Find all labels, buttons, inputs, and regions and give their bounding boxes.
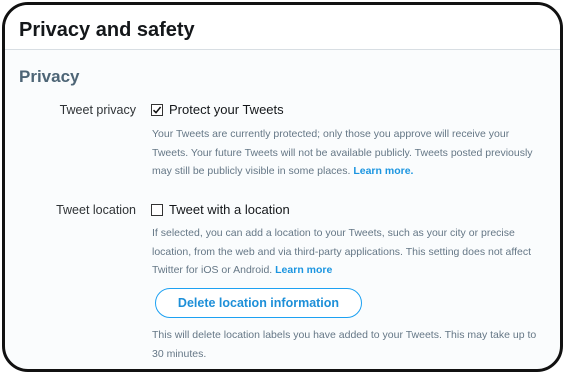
tweet-privacy-learn-more-link[interactable]: Learn more. [353,165,413,177]
checkmark-icon [152,106,162,114]
settings-panel: Privacy and safety Privacy Tweet privacy… [2,2,563,372]
section-title-privacy: Privacy [19,67,80,86]
tweet-with-location-checkbox[interactable] [151,203,163,216]
panel-header: Privacy and safety [5,5,560,50]
delete-location-note: This will delete location labels you hav… [152,329,537,360]
page-title: Privacy and safety [19,19,195,41]
protect-tweets-checkbox[interactable] [151,103,163,116]
tweet-location-learn-more-link[interactable]: Learn more [275,264,332,276]
tweet-privacy-description: Your Tweets are currently protected; onl… [152,125,547,181]
protect-tweets-label: Protect your Tweets [169,102,284,117]
tweet-privacy-label: Tweet privacy [59,103,136,117]
protect-tweets-option[interactable]: Protect your Tweets [151,102,284,117]
tweet-with-location-label: Tweet with a location [169,202,290,217]
tweet-location-description: If selected, you can add a location to y… [152,224,547,280]
tweet-privacy-text: Your Tweets are currently protected; onl… [152,128,533,177]
tweet-with-location-option[interactable]: Tweet with a location [151,202,290,217]
delete-location-button[interactable]: Delete location information [155,288,362,318]
tweet-location-label: Tweet location [56,203,136,217]
tweet-location-text: If selected, you can add a location to y… [152,227,531,276]
